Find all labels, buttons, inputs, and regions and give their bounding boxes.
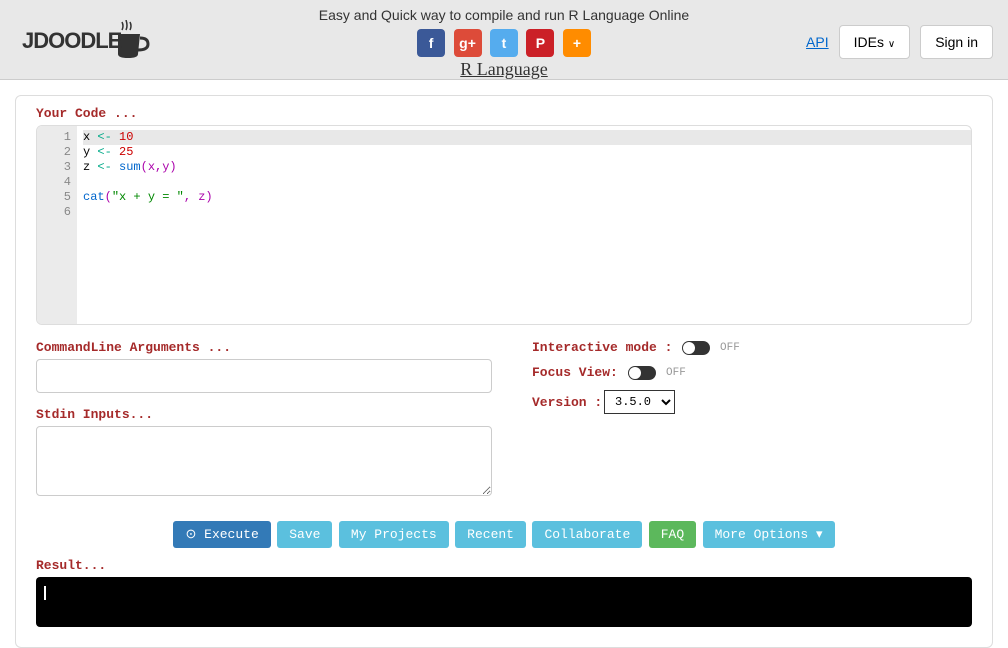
controls: CommandLine Arguments ... Stdin Inputs..… [36,340,972,501]
play-icon: ⊙ [185,527,196,542]
more-options-button[interactable]: More Options ▾ [703,521,835,548]
tagline: Easy and Quick way to compile and run R … [0,0,1008,23]
api-link[interactable]: API [806,34,829,50]
logo[interactable]: JDOODLE [20,0,150,62]
cmdline-label: CommandLine Arguments ... [36,340,492,355]
share-plus-icon[interactable]: + [563,29,591,57]
interactive-toggle[interactable] [682,341,710,355]
pinterest-icon[interactable]: P [526,29,554,57]
result-output[interactable] [36,577,972,627]
signin-button[interactable]: Sign in [920,25,993,59]
action-buttons: ⊙ Execute Save My Projects Recent Collab… [36,521,972,548]
cmdline-input[interactable] [36,359,492,393]
projects-button[interactable]: My Projects [339,521,449,548]
twitter-icon[interactable]: t [490,29,518,57]
header: JDOODLE Easy and Quick way to compile an… [0,0,1008,80]
save-button[interactable]: Save [277,521,332,548]
stdin-label: Stdin Inputs... [36,407,492,422]
facebook-icon[interactable]: f [417,29,445,57]
code-label: Your Code ... [36,106,972,121]
interactive-state: OFF [720,342,740,354]
version-label: Version : [532,395,604,410]
line-gutter: 1 2 3 4 5 6 [37,126,77,324]
language-title[interactable]: R Language [0,59,1008,80]
result-label: Result... [36,558,972,573]
version-select[interactable]: 3.5.0 [604,390,675,414]
focus-state: OFF [666,367,686,379]
code-content[interactable]: x <- 10 y <- 25 z <- sum(x,y) cat("x + y… [77,126,971,324]
collaborate-button[interactable]: Collaborate [532,521,642,548]
interactive-label: Interactive mode : [532,340,682,355]
focus-label: Focus View: [532,365,628,380]
execute-button[interactable]: ⊙ Execute [173,521,270,548]
faq-button[interactable]: FAQ [649,521,696,548]
stdin-input[interactable] [36,426,492,496]
recent-button[interactable]: Recent [455,521,526,548]
cursor [44,586,46,600]
main: Your Code ... 1 2 3 4 5 6 x <- 10 y <- 2… [0,80,1008,648]
result-section: Result... [36,558,972,627]
panel: Your Code ... 1 2 3 4 5 6 x <- 10 y <- 2… [15,95,993,648]
caret-down-icon: ▾ [816,527,823,542]
code-editor[interactable]: 1 2 3 4 5 6 x <- 10 y <- 25 z <- sum(x,y… [36,125,972,325]
ides-dropdown[interactable]: IDEs ∨ [839,25,911,59]
chevron-down-icon: ∨ [888,39,895,50]
logo-text: JDOODLE [22,28,121,54]
header-right: API IDEs ∨ Sign in [806,25,993,59]
googleplus-icon[interactable]: g+ [454,29,482,57]
focus-toggle[interactable] [628,366,656,380]
